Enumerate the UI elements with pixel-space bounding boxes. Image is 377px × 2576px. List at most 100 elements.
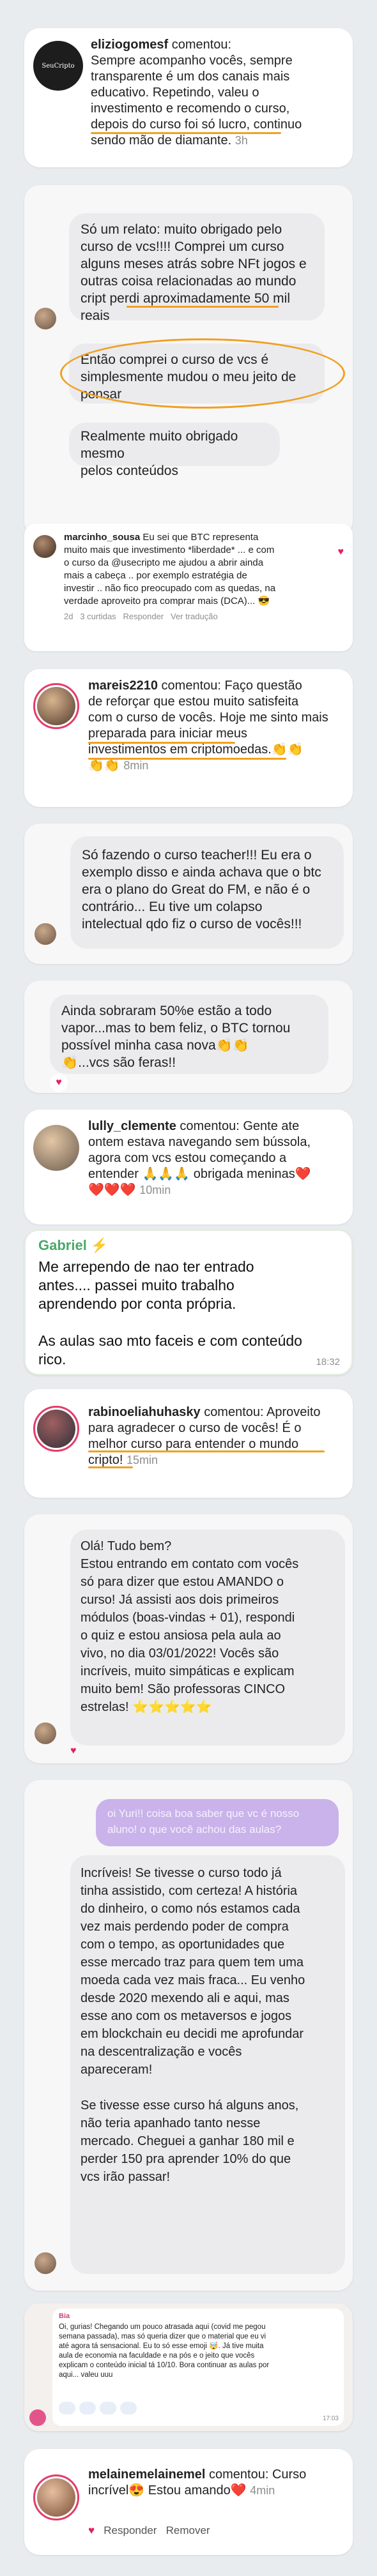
message-line: tinha assistido, com certeza! A história bbox=[81, 1884, 298, 1898]
message-line: apareceram! bbox=[81, 2063, 153, 2077]
message-line: aula de economia na faculdade e na pós e… bbox=[59, 2352, 255, 2360]
message-bubble: Só um relato: muito obrigado pelo curso … bbox=[69, 213, 325, 323]
user-avatar bbox=[35, 308, 56, 329]
comment-action: comentou: bbox=[161, 679, 221, 693]
user-avatar bbox=[33, 535, 56, 558]
comment-line: transparente é um dos canais mais bbox=[91, 70, 290, 84]
comment-line: depois do curso foi só lucro, continuo bbox=[91, 117, 302, 132]
message-line: incríveis, muito simpáticas e explicam bbox=[81, 1664, 295, 1678]
heart-reaction-icon[interactable]: ♥ bbox=[50, 1074, 68, 1092]
comment-card-marcinho: marcinho_sousa Eu sei que BTC representa… bbox=[24, 523, 353, 651]
message-line: em blockchain eu decidi me aprofundar bbox=[81, 2027, 304, 2041]
message-line: intelectual qdo fiz o curso de vocês!!! bbox=[82, 917, 302, 931]
likes-count[interactable]: 3 curtidas bbox=[80, 612, 116, 621]
message-line: Olá! Tudo bem? bbox=[81, 1539, 172, 1553]
logo-text: SeuCripto bbox=[42, 62, 75, 70]
message-bubble: Olá! Tudo bem? Estou entrando em contato… bbox=[70, 1530, 345, 1745]
message-line: oi Yuri!! coisa boa saber que vc é nosso bbox=[107, 1807, 300, 1819]
dm-card-casa-nova: Ainda sobraram 50%e estão a todo vapor..… bbox=[24, 981, 353, 1093]
meta-time: 2d bbox=[64, 612, 73, 621]
user-avatar bbox=[35, 2252, 56, 2274]
chat-message-gabriel: Gabriel ⚡ Me arrependo de nao ter entrad… bbox=[24, 1230, 353, 1375]
message-text: Me arrependo de nao ter entrado antes...… bbox=[38, 1258, 339, 1369]
message-line: com o tempo, as oportunidades que bbox=[81, 1938, 285, 1952]
message-text: Oi, gurias! Chegando um pouco atrasada a… bbox=[59, 2323, 340, 2380]
message-line: alguns meses atrás sobre NFt jogos e bbox=[81, 257, 307, 271]
message-line: reais bbox=[81, 308, 110, 323]
message-bubble: Realmente muito obrigado mesmo pelos con… bbox=[69, 423, 280, 478]
comment-line: de reforçar que estou muito satisfeita bbox=[88, 695, 299, 709]
comment-text: marcinho_sousa Eu sei que BTC representa… bbox=[64, 531, 319, 623]
comment-action: comentou: bbox=[171, 38, 232, 52]
highlight-underline bbox=[88, 742, 235, 744]
highlight-underline bbox=[88, 758, 286, 760]
username[interactable]: marcinho_sousa bbox=[64, 532, 140, 543]
timestamp: 17:03 bbox=[322, 2415, 339, 2422]
message-line: vez mais perdendo poder de compra bbox=[81, 1920, 289, 1934]
timestamp: 10min bbox=[139, 1184, 171, 1196]
chat-message-bia: Bia Oi, gurias! Chegando um pouco atrasa… bbox=[24, 2303, 353, 2431]
comment-line: entender 🙏🙏🙏 obrigada meninas❤️ bbox=[88, 1167, 311, 1181]
comment-line: investimento e recomendo o curso, bbox=[91, 102, 290, 116]
reply-link[interactable]: Responder bbox=[123, 612, 164, 621]
comment-line: Eu sei que BTC representa bbox=[142, 532, 259, 543]
comment-card-lully: lully_clemente comentou: Gente ate ontem… bbox=[24, 1110, 353, 1224]
username[interactable]: lully_clemente bbox=[88, 1119, 176, 1133]
message-line: do dinheiro, o como nós estamos cada bbox=[81, 1902, 300, 1916]
message-line: Se tivesse esse curso há alguns anos, bbox=[81, 2098, 299, 2113]
timestamp: 3h bbox=[235, 134, 248, 147]
username[interactable]: melainemelainemel bbox=[88, 2467, 205, 2482]
message-line: vapor...mas to bem feliz, o BTC tornou bbox=[61, 1021, 291, 1036]
highlight-underline bbox=[88, 1466, 133, 1468]
comment-line: Curso bbox=[272, 2467, 307, 2482]
dm-card-relato: Só um relato: muito obrigado pelo curso … bbox=[24, 185, 353, 536]
message-line: antes.... passei muito trabalho bbox=[38, 1277, 235, 1293]
message-line: vcs irão passar! bbox=[81, 2170, 171, 2184]
comment-text: rabinoeliahuhasky comentou: Aproveito pa… bbox=[88, 1405, 346, 1468]
reactions-row[interactable] bbox=[59, 2402, 137, 2414]
reaction-icon[interactable] bbox=[120, 2402, 137, 2414]
message-line: Ainda sobraram 50%e estão a todo bbox=[61, 1004, 272, 1018]
comment-line: ❤️❤️❤️ bbox=[88, 1183, 136, 1197]
remove-link[interactable]: Remover bbox=[166, 2524, 210, 2536]
comment-line: Aproveito bbox=[266, 1405, 321, 1419]
message-line: 👏...vcs são feras!! bbox=[61, 1055, 176, 1070]
user-avatar bbox=[33, 2474, 79, 2520]
heart-reaction-icon[interactable]: ♥ bbox=[70, 1745, 77, 1757]
comment-action: comentou: bbox=[204, 1405, 264, 1419]
message-line: mercado. Cheguei a ganhar 180 mil e bbox=[81, 2134, 295, 2148]
message-line: rico. bbox=[38, 1351, 66, 1367]
comment-line: agora com vcs estou começando a bbox=[88, 1151, 287, 1165]
comment-card-eliziogomesf: SeuCripto eliziogomesf comentou: Sempre … bbox=[24, 28, 353, 167]
heart-icon[interactable]: ♥ bbox=[88, 2524, 95, 2536]
comment-line: cripto! bbox=[88, 1453, 123, 1467]
dm-card-teacher: Só fazendo o curso teacher!!! Eu era o e… bbox=[24, 824, 353, 964]
reaction-icon[interactable] bbox=[100, 2402, 116, 2414]
timestamp: 4min bbox=[250, 2484, 275, 2497]
reply-link[interactable]: Responder bbox=[104, 2524, 157, 2536]
message-line: Realmente muito obrigado mesmo bbox=[81, 429, 238, 461]
user-avatar bbox=[33, 1406, 79, 1452]
timestamp: 18:32 bbox=[316, 1357, 340, 1367]
message-bubble: Incríveis! Se tivesse o curso todo já ti… bbox=[70, 1855, 345, 2274]
comment-actions: ♥ Responder Remover bbox=[88, 2524, 210, 2537]
comment-action: comentou: bbox=[180, 1119, 240, 1133]
reaction-icon[interactable] bbox=[59, 2402, 75, 2414]
message-line: semana passada), mas só queria dizer que… bbox=[59, 2333, 266, 2340]
message-line: cript perdi aproximadamente 50 mil bbox=[81, 291, 290, 306]
reaction-icon[interactable] bbox=[79, 2402, 96, 2414]
user-avatar bbox=[35, 1722, 56, 1744]
heart-icon[interactable]: ♥ bbox=[338, 546, 344, 558]
username[interactable]: mareis2210 bbox=[88, 679, 158, 693]
comment-text: lully_clemente comentou: Gente ate ontem… bbox=[88, 1119, 346, 1198]
message-line: até agora tá sensacional. Eu to só esse … bbox=[59, 2342, 264, 2350]
comment-card-mareis: mareis2210 comentou: Faço questão de ref… bbox=[24, 669, 353, 807]
username[interactable]: eliziogomesf bbox=[91, 38, 168, 52]
message-line: Só um relato: muito obrigado pelo bbox=[81, 222, 282, 237]
comment-line: com o curso de vocês. Hoje me sinto mais bbox=[88, 711, 328, 725]
comment-line: sendo mão de diamante. bbox=[91, 133, 232, 147]
message-line: Só fazendo o curso teacher!!! Eu era o bbox=[82, 848, 312, 862]
username[interactable]: rabinoeliahuhasky bbox=[88, 1405, 201, 1419]
translate-link[interactable]: Ver tradução bbox=[171, 612, 218, 621]
comment-card-melaine: melainemelainemel comentou: Curso incrív… bbox=[24, 2449, 353, 2555]
